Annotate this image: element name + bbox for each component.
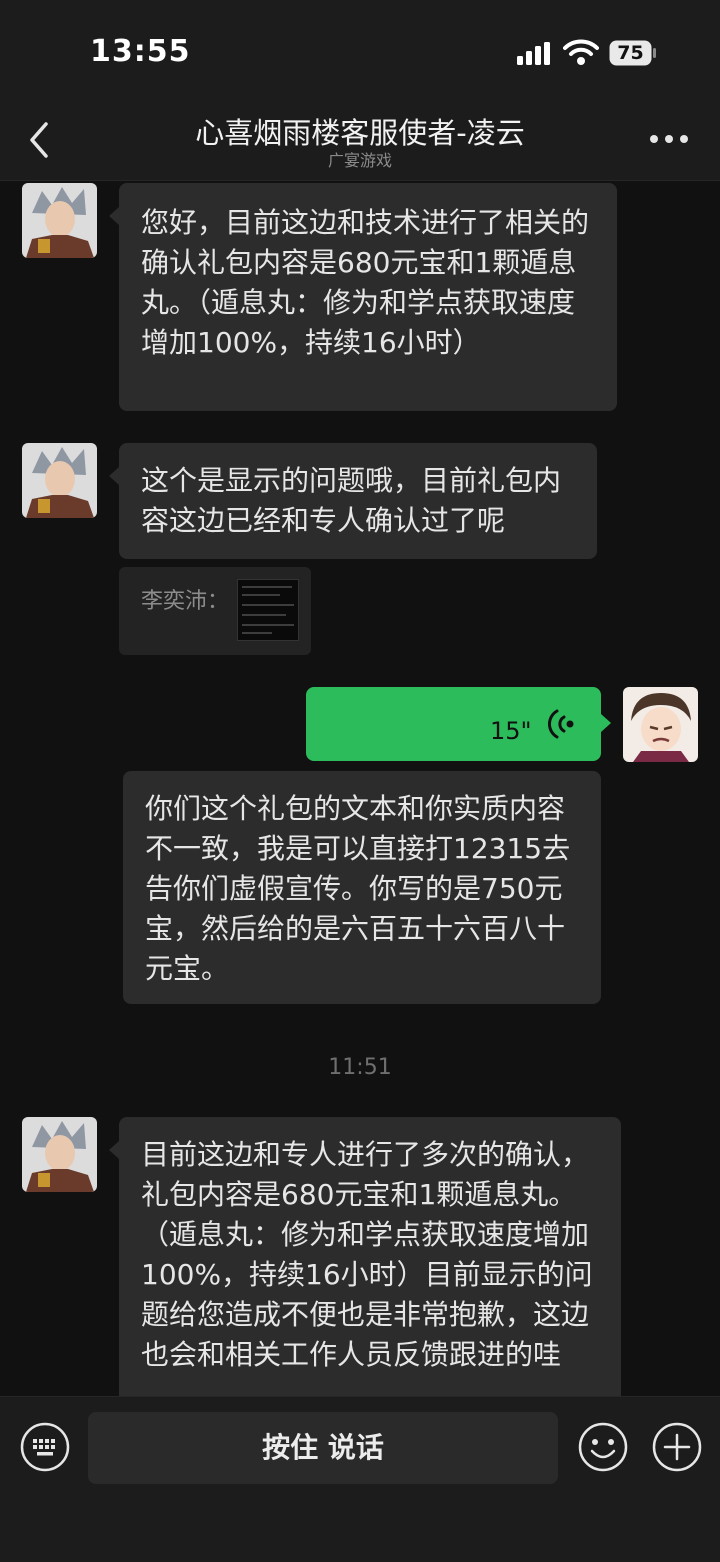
chat-subtitle: 广宴游戏 xyxy=(327,151,392,170)
received-message[interactable]: 您好，目前这边和技术进行了相关的确认礼包内容是680元宝和1颗遁息丸。（遁息丸：… xyxy=(119,183,617,411)
quote-sender: 李奕沛： xyxy=(141,589,230,614)
message-text: 这个是显示的问题哦，目前礼包内容这边已经和专人确认过了呢 xyxy=(141,464,562,537)
timestamp: 11:51 xyxy=(328,1055,392,1080)
quoted-image-thumbnail[interactable] xyxy=(237,579,299,641)
cellular-signal-icon xyxy=(517,42,550,65)
battery-icon: 75 xyxy=(609,40,657,66)
sent-message[interactable]: 你们这个礼包的文本和你实质内容不一致，我是可以直接打12315去告你们虚假宣传。… xyxy=(123,771,601,1004)
bubble-tail xyxy=(109,207,119,225)
message-text: 目前这边和专人进行了多次的确认，礼包内容是680元宝和1颗遁息丸。（遁息丸：修为… xyxy=(141,1138,593,1371)
plus-icon[interactable] xyxy=(651,1421,703,1473)
sent-voice-message[interactable]: 15" xyxy=(306,687,601,761)
battery-level: 75 xyxy=(617,42,644,64)
received-message[interactable]: 目前这边和专人进行了多次的确认，礼包内容是680元宝和1颗遁息丸。（遁息丸：修为… xyxy=(119,1117,621,1396)
status-bar: 13:55 75 xyxy=(0,0,720,100)
message-text: 你们这个礼包的文本和你实质内容不一致，我是可以直接打12315去告你们虚假宣传。… xyxy=(145,792,571,985)
quoted-message[interactable]: 李奕沛： xyxy=(119,567,311,655)
hold-to-talk-button[interactable]: 按住 说话 xyxy=(88,1412,558,1484)
bubble-tail xyxy=(109,1141,119,1159)
bubble-tail xyxy=(601,714,611,732)
message-list[interactable]: 您好，目前这边和技术进行了相关的确认礼包内容是680元宝和1颗遁息丸。（遁息丸：… xyxy=(0,181,720,1396)
message-text: 您好，目前这边和技术进行了相关的确认礼包内容是680元宝和1颗遁息丸。（遁息丸：… xyxy=(141,206,590,359)
avatar[interactable] xyxy=(22,1117,97,1192)
status-time: 13:55 xyxy=(90,34,191,69)
input-bar: 按住 说话 xyxy=(0,1396,720,1562)
chat-title: 心喜烟雨楼客服使者-凌云 xyxy=(195,116,525,150)
chat-header: 心喜烟雨楼客服使者-凌云 广宴游戏 xyxy=(0,100,720,181)
wifi-icon xyxy=(563,39,599,65)
voice-wave-icon xyxy=(547,709,574,739)
avatar[interactable] xyxy=(22,183,97,258)
received-message[interactable]: 这个是显示的问题哦，目前礼包内容这边已经和专人确认过了呢 xyxy=(119,443,597,559)
voice-duration: 15" xyxy=(490,717,532,745)
avatar[interactable] xyxy=(22,443,97,518)
more-dots-icon[interactable] xyxy=(646,124,692,154)
emoji-icon[interactable] xyxy=(577,1421,629,1473)
bubble-tail xyxy=(109,467,119,485)
my-avatar[interactable] xyxy=(623,687,698,762)
keyboard-icon[interactable] xyxy=(19,1421,71,1473)
